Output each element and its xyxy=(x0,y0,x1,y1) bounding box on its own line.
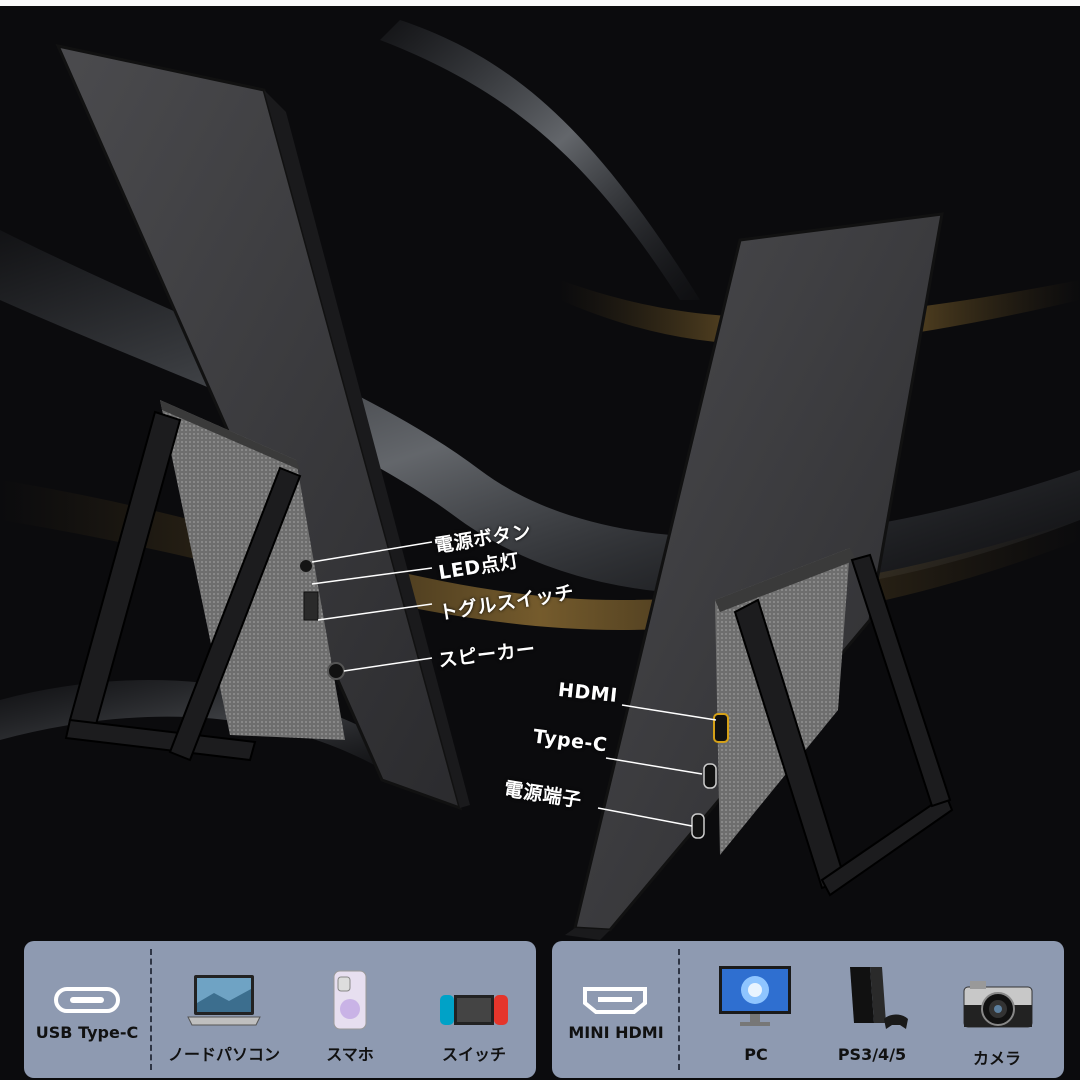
background-scene xyxy=(0,6,1080,1080)
game-switch-icon xyxy=(440,995,508,1025)
usb-c-compat-panel: USB Type-C ノードパソコン スマホ スイッチ xyxy=(24,941,536,1078)
device-label-laptop: ノードパソコン xyxy=(167,1045,280,1064)
panel-divider xyxy=(150,949,152,1070)
device-label-camera: カメラ xyxy=(972,1049,1021,1068)
device-label-switch: スイッチ xyxy=(441,1045,506,1064)
usb-type-c-icon xyxy=(54,987,120,1013)
device-label-console: PS3/4/5 xyxy=(837,1045,907,1064)
device-label-smartphone: スマホ xyxy=(326,1045,374,1064)
connector-label: MINI HDMI xyxy=(568,1023,664,1042)
monitor-icon xyxy=(719,966,791,1026)
device-label-pc: PC xyxy=(744,1045,768,1064)
product-photo: 電源ボタン LED点灯 トグルスイッチ スピーカー HDMI Type-C 電源… xyxy=(0,0,1080,1080)
console-icon xyxy=(850,967,908,1029)
mini-hdmi-icon xyxy=(583,987,647,1014)
mini-hdmi-compat-panel: MINI HDMI PC PS3/4/5 カメラ xyxy=(552,941,1064,1078)
connector-label: USB Type-C xyxy=(35,1023,139,1042)
smartphone-icon xyxy=(333,970,367,1030)
camera-icon xyxy=(963,981,1033,1028)
panel-divider xyxy=(678,949,680,1070)
laptop-icon xyxy=(187,975,261,1026)
